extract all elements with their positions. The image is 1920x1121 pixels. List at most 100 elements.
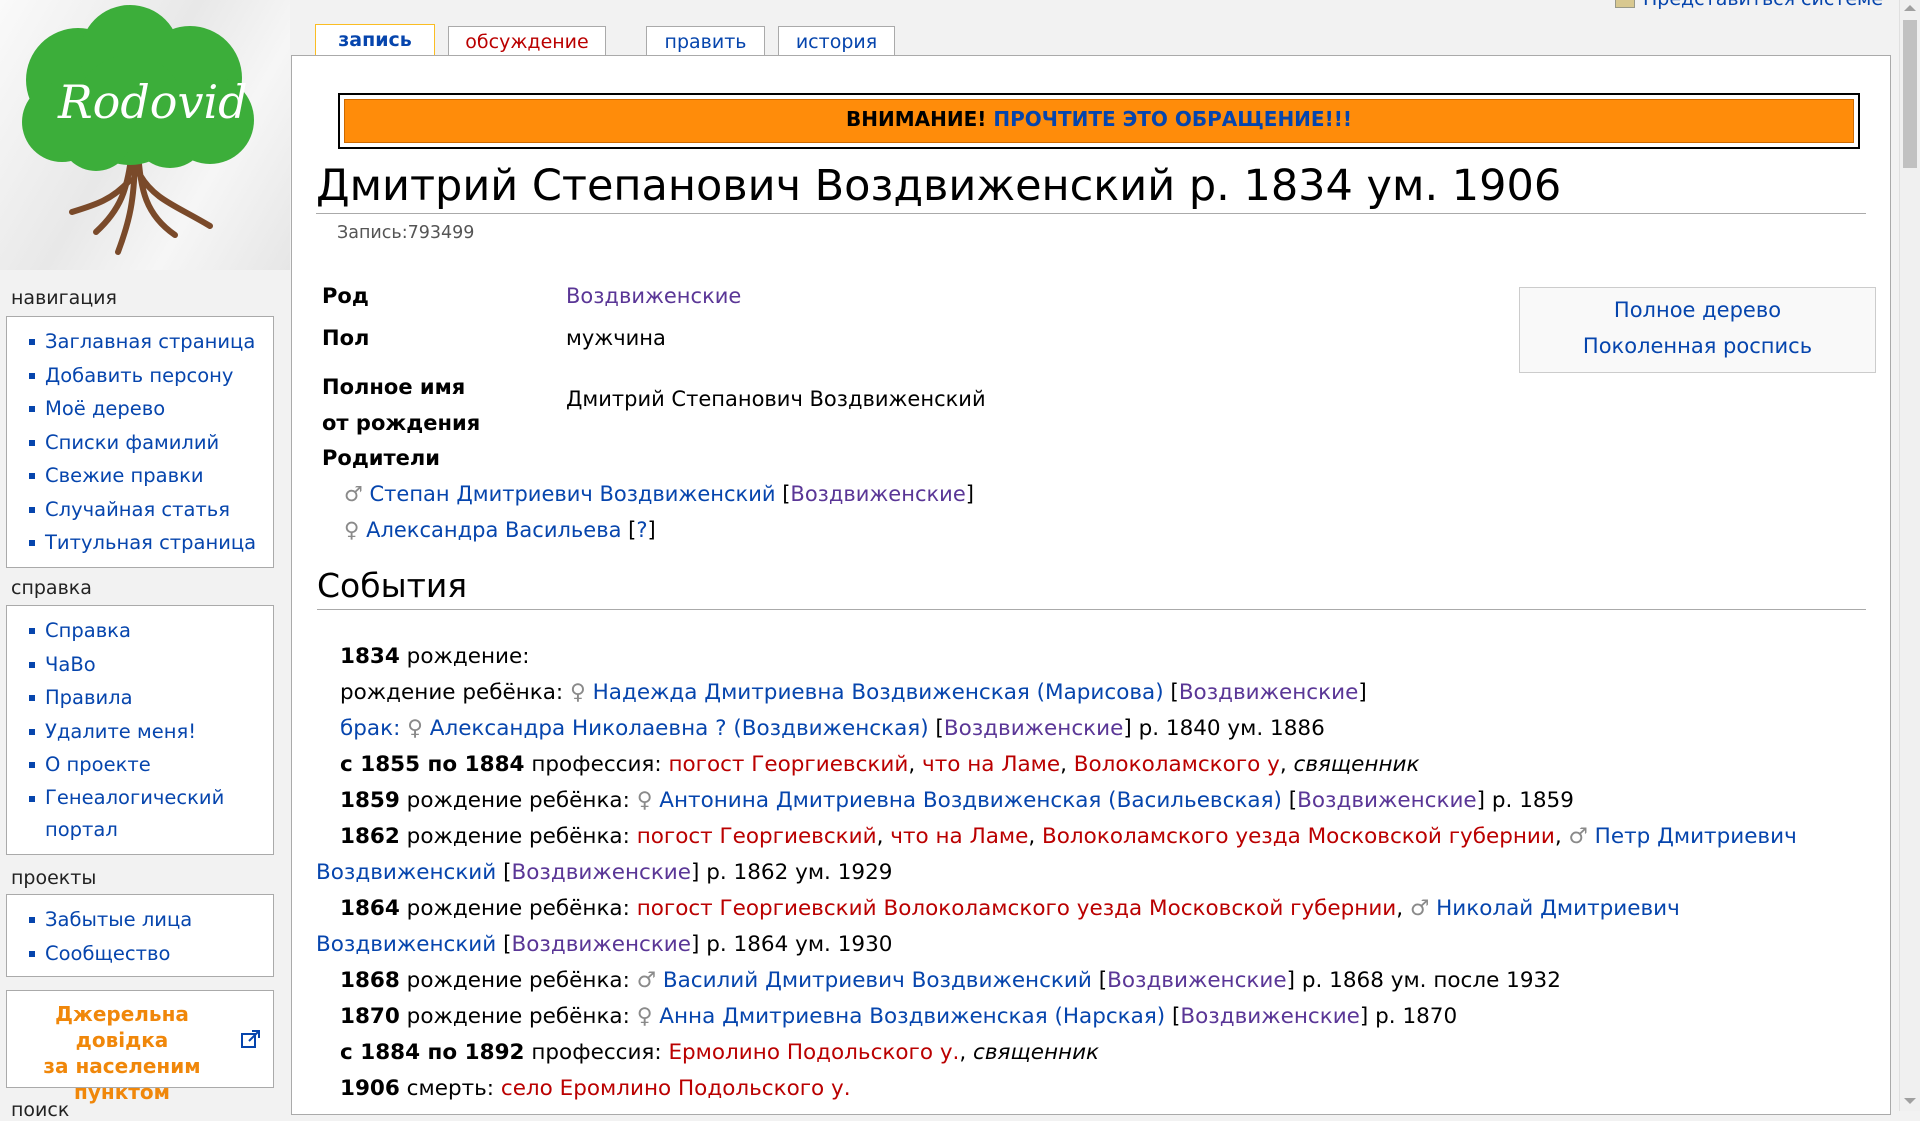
site-logo[interactable]: Rodovid: [0, 0, 290, 270]
help-genealogy-portal[interactable]: Генеалогический портал: [27, 782, 273, 846]
nav-add-person[interactable]: Добавить персону: [27, 359, 273, 393]
place-link[interactable]: село Еромлино Подольского у.: [501, 1076, 851, 1101]
vertical-scrollbar[interactable]: [1899, 0, 1920, 1111]
place-link[interactable]: погост Георгиевский Волоколамского уезда…: [637, 896, 1397, 921]
event-item: 1868 рождение ребёнка: ♂ Василий Дмитрие…: [340, 968, 1561, 993]
logo-text: Rodovid: [57, 75, 248, 129]
scroll-up-icon[interactable]: [1904, 5, 1916, 11]
page-title: Дмитрий Степанович Воздвиженский р. 1834…: [316, 161, 1866, 214]
help-portlet-title: справка: [11, 577, 92, 599]
female-icon: ♀: [636, 788, 653, 813]
event-item: рождение ребёнка: ♀ Надежда Дмитриевна В…: [340, 680, 1367, 705]
scroll-down-icon[interactable]: [1904, 1098, 1916, 1104]
login-link[interactable]: Представиться системе: [1615, 0, 1883, 10]
nav-surname-lists[interactable]: Списки фамилий: [27, 426, 273, 460]
person-link[interactable]: Александра Николаевна ? (Воздвиженская): [430, 716, 929, 741]
place-link[interactable]: что на Ламе: [922, 752, 1060, 777]
help-faq[interactable]: ЧаВо: [27, 648, 273, 682]
event-item: 1862 рождение ребёнка: погост Георгиевск…: [316, 824, 1797, 885]
sex-label: Пол: [322, 326, 370, 350]
event-item: брак: ♀ Александра Николаевна ? (Воздвиж…: [340, 716, 1325, 741]
notice-banner: ВНИМАНИЕ! ПРОЧТИТЕ ЭТО ОБРАЩЕНИЕ!!!: [338, 93, 1860, 149]
sex-value: мужчина: [566, 326, 666, 350]
nav-main-page[interactable]: Заглавная страница: [27, 325, 273, 359]
clan-link[interactable]: Воздвиженские: [944, 716, 1124, 741]
mother-row: ♀ Александра Васильева [?]: [344, 518, 656, 542]
clan-link[interactable]: Воздвиженские: [512, 860, 692, 885]
full-tree-link[interactable]: Полное дерево: [1520, 292, 1875, 328]
clan-link[interactable]: Воздвиженские: [1180, 1004, 1360, 1029]
nav-recent-changes[interactable]: Свежие правки: [27, 459, 273, 493]
user-icon: [1615, 0, 1635, 8]
mother-clan-link[interactable]: ?: [636, 518, 647, 542]
projects-community[interactable]: Сообщество: [27, 937, 273, 971]
help-rules[interactable]: Правила: [27, 681, 273, 715]
event-item: 1870 рождение ребёнка: ♀ Анна Дмитриевна…: [340, 1004, 1458, 1029]
father-row: ♂ Степан Дмитриевич Воздвиженский [Воздв…: [344, 482, 974, 506]
event-item: 1906 смерть: село Еромлино Подольского у…: [340, 1076, 851, 1101]
ad-box[interactable]: Джерельна довідка за населеним пунктом: [6, 990, 274, 1104]
place-link[interactable]: что на Ламе: [890, 824, 1028, 849]
person-link[interactable]: Анна Дмитриевна Воздвиженская (Нарская): [659, 1004, 1165, 1029]
tree-logo-icon: Rodovid: [22, 5, 254, 255]
male-icon: ♂: [636, 968, 656, 993]
female-icon: ♀: [636, 1004, 653, 1029]
help-about[interactable]: О проекте: [27, 748, 273, 782]
notice-prefix: ВНИМАНИЕ!: [846, 107, 987, 131]
projects-portlet: Забытые лица Сообщество: [6, 894, 274, 977]
mother-link[interactable]: Александра Васильева: [366, 518, 621, 542]
female-icon: ♀: [407, 716, 423, 741]
tab-edit[interactable]: править: [646, 26, 765, 56]
father-link[interactable]: Степан Дмитриевич Воздвиженский: [370, 482, 776, 506]
fullname-label: Полное имя от рождения: [322, 375, 481, 435]
male-icon: ♂: [1568, 824, 1588, 849]
female-icon: ♀: [344, 518, 360, 542]
person-link[interactable]: Надежда Дмитриевна Воздвиженская (Марисо…: [593, 680, 1164, 705]
clan-link[interactable]: Воздвиженские: [512, 932, 692, 957]
person-link[interactable]: Василий Дмитриевич Воздвиженский: [663, 968, 1092, 993]
marriage-link[interactable]: брак:: [340, 716, 400, 741]
events-list: 1834 рождение: рождение ребёнка: ♀ Надеж…: [316, 639, 1866, 1107]
fullname-value: Дмитрий Степанович Воздвиженский: [566, 387, 986, 411]
clan-link[interactable]: Воздвиженские: [1179, 680, 1359, 705]
father-clan-link[interactable]: Воздвиженские: [790, 482, 965, 506]
scrollbar-thumb[interactable]: [1903, 20, 1917, 168]
parents-label: Родители: [322, 446, 441, 470]
male-icon: ♂: [344, 482, 363, 506]
projects-portlet-title: проекты: [11, 867, 97, 889]
place-link[interactable]: погост Георгиевский: [668, 752, 908, 777]
clan-link[interactable]: Воздвиженские: [1107, 968, 1287, 993]
male-icon: ♂: [1409, 896, 1430, 921]
help-help[interactable]: Справка: [27, 614, 273, 648]
tab-discussion[interactable]: обсуждение: [448, 26, 606, 56]
tab-record[interactable]: запись: [315, 24, 435, 58]
clan-link[interactable]: Воздвиженские: [566, 284, 741, 308]
nav-portlet: Заглавная страница Добавить персону Моё …: [6, 316, 274, 568]
events-heading: События: [317, 566, 1866, 610]
tree-links-box: Полное дерево Поколенная роспись: [1519, 287, 1876, 373]
notice-link[interactable]: ПРОЧТИТЕ ЭТО ОБРАЩЕНИЕ!!!: [993, 107, 1352, 131]
tab-history[interactable]: история: [778, 26, 895, 56]
external-link-icon: [241, 1030, 260, 1048]
nav-my-tree[interactable]: Моё дерево: [27, 392, 273, 426]
clan-label: Род: [322, 284, 369, 308]
place-link[interactable]: Волоколамского у: [1074, 752, 1280, 777]
ad-line-2: за населеним: [43, 1054, 201, 1078]
nav-title-page[interactable]: Титульная страница: [27, 526, 273, 560]
female-icon: ♀: [570, 680, 586, 705]
event-item: 1864 рождение ребёнка: погост Георгиевск…: [316, 896, 1680, 957]
generations-link[interactable]: Поколенная роспись: [1520, 328, 1875, 364]
search-portlet-title: поиск: [11, 1099, 70, 1121]
projects-forgotten-faces[interactable]: Забытые лица: [27, 903, 273, 937]
event-item: с 1884 по 1892 профессия: Ермолино Подол…: [340, 1040, 1100, 1065]
event-item: 1859 рождение ребёнка: ♀ Антонина Дмитри…: [340, 788, 1574, 813]
place-link[interactable]: Волоколамского уезда Московской губернии: [1042, 824, 1555, 849]
event-item: 1834 рождение:: [340, 644, 530, 669]
person-link[interactable]: Антонина Дмитриевна Воздвиженская (Васил…: [659, 788, 1282, 813]
nav-portlet-title: навигация: [11, 287, 117, 309]
help-delete-me[interactable]: Удалите меня!: [27, 715, 273, 749]
place-link[interactable]: погост Георгиевский: [637, 824, 877, 849]
nav-random-article[interactable]: Случайная статья: [27, 493, 273, 527]
place-link[interactable]: Ермолино Подольского у.: [668, 1040, 959, 1065]
clan-link[interactable]: Воздвиженские: [1297, 788, 1477, 813]
